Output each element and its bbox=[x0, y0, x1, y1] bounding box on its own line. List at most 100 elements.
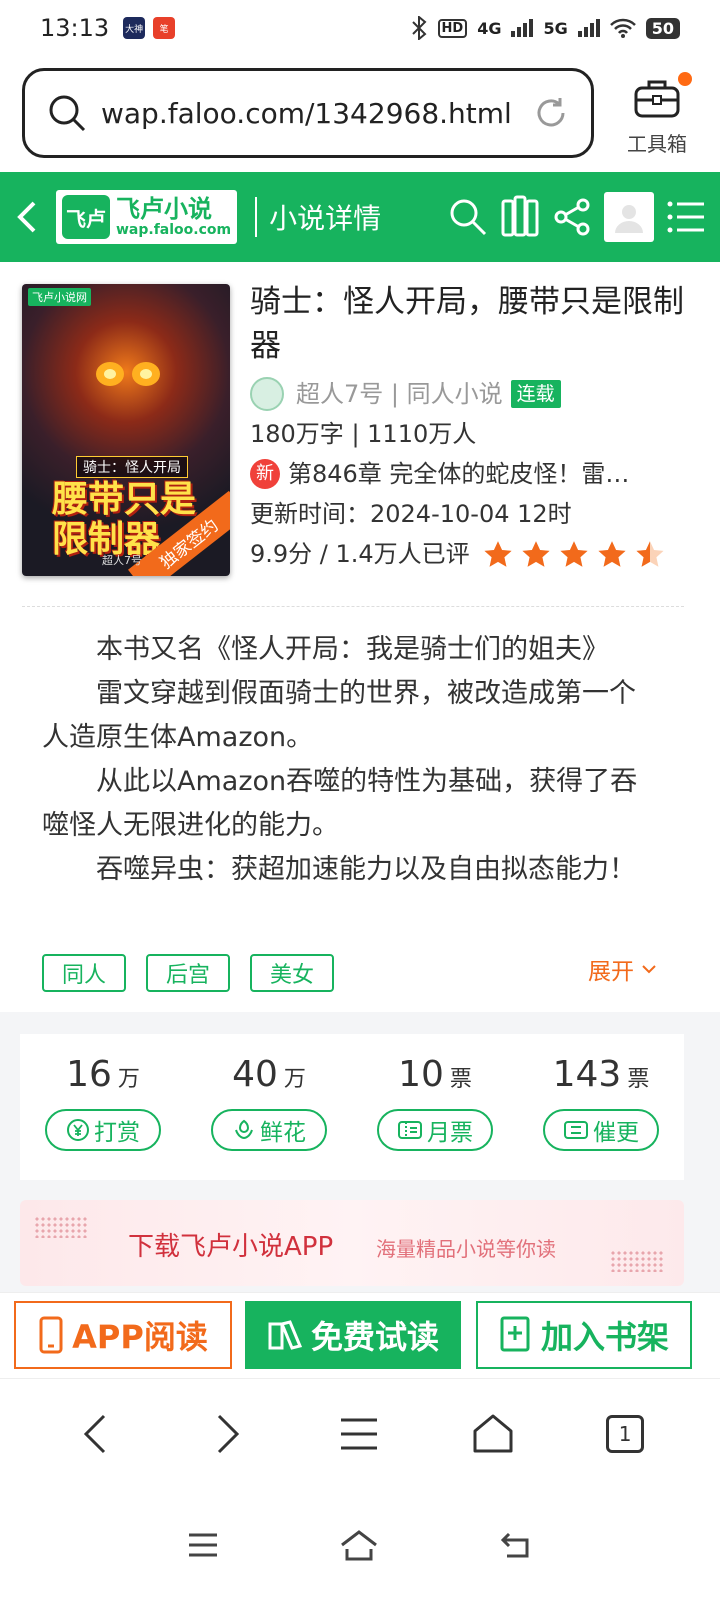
user-avatar[interactable] bbox=[604, 192, 654, 242]
status-badge: 连载 bbox=[510, 380, 561, 408]
app-notification-icon: 大神 bbox=[123, 17, 146, 39]
cover-subtitle: 骑士：怪人开局 bbox=[76, 456, 188, 478]
banner-subtitle: 海量精品小说等你读 bbox=[376, 1237, 556, 1261]
hd-indicator: HD bbox=[437, 18, 468, 38]
address-bar[interactable]: wap.faloo.com/1342968.html bbox=[22, 68, 594, 158]
stat-number: 143 bbox=[552, 1054, 622, 1095]
stat-monthly-ticket: 10 票 月票 bbox=[352, 1034, 518, 1180]
tabs-button[interactable]: 1 bbox=[606, 1414, 645, 1453]
book-info: 骑士：怪人开局，腰带只是限制器 超人7号 | 同人小说 连载 180万字 | 1… bbox=[250, 280, 690, 574]
site-logo[interactable]: 飞卢 飞卢小说 wap.faloo.com bbox=[56, 190, 238, 244]
book-synopsis: 本书又名《怪人开局：我是骑士们的姐夫》 雷文穿越到假面骑士的世界，被改造成第一个… bbox=[42, 628, 660, 892]
add-book-icon bbox=[500, 1316, 530, 1352]
home-icon[interactable] bbox=[339, 1529, 379, 1561]
monthly-ticket-button[interactable]: 月票 bbox=[377, 1109, 493, 1151]
banner-decoration bbox=[34, 1216, 88, 1238]
page-title: 小说详情 bbox=[269, 202, 382, 235]
stat-number: 16 bbox=[66, 1054, 112, 1095]
forward-icon[interactable] bbox=[207, 1412, 247, 1456]
toolbox-button[interactable]: 工具箱 bbox=[612, 70, 702, 160]
tag-list: 同人 后宫 美女 bbox=[42, 954, 334, 992]
menu-icon[interactable] bbox=[666, 199, 706, 235]
support-stats: 16 万 打赏 40 万 鲜花 10 票 月票 143 票 催更 bbox=[20, 1034, 684, 1180]
battery-indicator: 50 bbox=[645, 17, 680, 39]
word-count-row: 180万字 | 1110万人 bbox=[250, 414, 690, 454]
synopsis-paragraph: 吞噬异虫：获超加速能力以及自由拟态能力！ bbox=[96, 854, 636, 885]
search-icon[interactable] bbox=[448, 197, 488, 237]
stat-urge: 143 票 催更 bbox=[518, 1034, 684, 1180]
url-text[interactable]: wap.faloo.com/1342968.html bbox=[101, 97, 533, 130]
action-bar: APP阅读 免费试读 加入书架 bbox=[0, 1292, 720, 1378]
new-badge: 新 bbox=[250, 459, 280, 489]
logo-mark: 飞卢 bbox=[62, 195, 110, 239]
flower-button[interactable]: 鲜花 bbox=[211, 1109, 327, 1151]
book-icon bbox=[268, 1320, 303, 1350]
tag-item[interactable]: 同人 bbox=[42, 954, 126, 992]
expand-button[interactable]: 展开 bbox=[588, 952, 658, 986]
network-4g: 4G bbox=[477, 18, 502, 38]
reload-icon[interactable] bbox=[533, 95, 569, 131]
ticket-icon bbox=[398, 1121, 422, 1139]
bluetooth-icon bbox=[411, 16, 427, 40]
stat-flower: 40 万 鲜花 bbox=[186, 1034, 352, 1180]
flower-icon bbox=[235, 1119, 253, 1140]
star-icon bbox=[484, 541, 512, 567]
score: 9.9分 bbox=[250, 540, 313, 568]
home-icon[interactable] bbox=[471, 1413, 515, 1455]
signal-icon bbox=[511, 19, 534, 37]
bookshelf-icon[interactable] bbox=[500, 195, 540, 239]
synopsis-paragraph: 雷文穿越到假面骑士的世界，被改造成第一个人造原生体Amazon。 bbox=[42, 678, 636, 753]
app-read-button[interactable]: APP阅读 bbox=[14, 1301, 232, 1369]
system-nav-bar bbox=[0, 1490, 720, 1600]
download-app-banner[interactable]: 下载飞卢小说APP 海量精品小说等你读 bbox=[20, 1200, 684, 1286]
add-to-shelf-button[interactable]: 加入书架 bbox=[476, 1301, 692, 1369]
latest-chapter[interactable]: 第846章 完全体的蛇皮怪！雷… bbox=[288, 454, 688, 494]
tag-item[interactable]: 后宫 bbox=[146, 954, 230, 992]
author-name[interactable]: 超人7号 bbox=[296, 374, 383, 414]
banner-title: 下载飞卢小说APP bbox=[128, 1232, 334, 1262]
urge-icon bbox=[564, 1121, 588, 1139]
stat-unit: 票 bbox=[449, 1067, 472, 1092]
synopsis-paragraph: 本书又名《怪人开局：我是骑士们的姐夫》 bbox=[96, 634, 609, 665]
recents-icon[interactable] bbox=[187, 1531, 219, 1559]
stat-unit: 万 bbox=[117, 1067, 140, 1092]
update-time: 2024-10-04 12时 bbox=[370, 500, 572, 528]
toolbox-label: 工具箱 bbox=[627, 132, 687, 156]
share-icon[interactable] bbox=[552, 197, 592, 237]
book-cover[interactable]: 飞卢小说网 骑士：怪人开局 腰带只是 限制器 独家签约 超人7号 bbox=[22, 284, 230, 576]
update-row: 更新时间： 2024-10-04 12时 bbox=[250, 494, 690, 534]
stat-number: 40 bbox=[232, 1054, 278, 1095]
notification-dot bbox=[678, 72, 692, 86]
update-label: 更新时间： bbox=[250, 500, 370, 528]
word-count: 180万字 bbox=[250, 420, 344, 448]
banner-decoration bbox=[610, 1250, 664, 1272]
toolbox-icon bbox=[634, 80, 680, 118]
author-avatar[interactable] bbox=[250, 377, 284, 411]
book-category[interactable]: 同人小说 bbox=[407, 374, 503, 414]
app-notification-icon: 笔 bbox=[153, 17, 176, 39]
tab-count: 1 bbox=[618, 1421, 632, 1446]
browser-toolbar: 1 bbox=[0, 1378, 720, 1488]
back-icon[interactable] bbox=[499, 1530, 533, 1560]
reward-button[interactable]: 打赏 bbox=[45, 1109, 161, 1151]
back-icon[interactable] bbox=[76, 1412, 116, 1456]
stat-unit: 票 bbox=[627, 1067, 650, 1092]
synopsis-paragraph: 从此以Amazon吞噬的特性为基础，获得了吞噬怪人无限进化的能力。 bbox=[42, 766, 638, 841]
book-title: 骑士：怪人开局，腰带只是限制器 bbox=[250, 284, 684, 364]
expand-label: 展开 bbox=[588, 959, 634, 985]
author-row: 超人7号 | 同人小说 连载 bbox=[250, 374, 690, 414]
menu-icon[interactable] bbox=[339, 1414, 379, 1454]
star-icon bbox=[522, 541, 550, 567]
free-read-button[interactable]: 免费试读 bbox=[245, 1301, 461, 1369]
star-icon bbox=[636, 541, 664, 567]
cover-site-label: 飞卢小说网 bbox=[28, 288, 91, 306]
status-time: 13:13 bbox=[40, 14, 110, 42]
latest-chapter-row[interactable]: 新 第846章 完全体的蛇皮怪！雷… bbox=[250, 454, 690, 494]
back-icon[interactable] bbox=[12, 197, 42, 237]
urge-update-button[interactable]: 催更 bbox=[543, 1109, 659, 1151]
reader-count: 1110万人 bbox=[367, 420, 477, 448]
tag-item[interactable]: 美女 bbox=[250, 954, 334, 992]
cover-author: 超人7号 bbox=[102, 554, 142, 567]
wifi-icon bbox=[609, 18, 636, 38]
signal-icon bbox=[577, 19, 600, 37]
